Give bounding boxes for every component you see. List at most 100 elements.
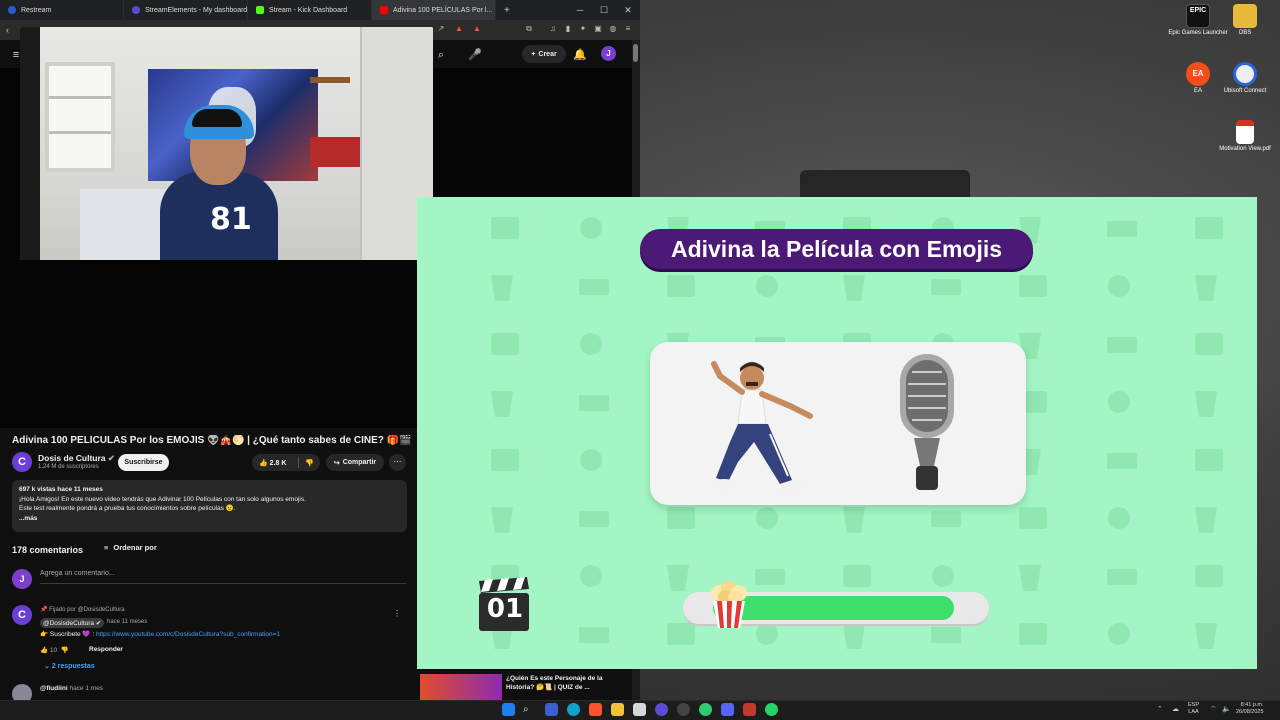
game-icon[interactable] xyxy=(699,703,712,716)
start-icon[interactable] xyxy=(502,703,515,716)
clock[interactable]: 8:41 p.m. 26/08/2025 xyxy=(1236,702,1264,716)
store-icon[interactable] xyxy=(633,703,646,716)
show-replies-button[interactable]: ⌄ 2 respuestas xyxy=(44,662,95,670)
comment-author-avatar[interactable]: C xyxy=(12,605,32,625)
app-icon[interactable] xyxy=(743,703,756,716)
recommended-video[interactable]: ¿Quién Es este Personaje de la Historia?… xyxy=(420,672,630,700)
film-pattern-icon xyxy=(491,449,519,471)
share-page-icon[interactable]: ↗ xyxy=(436,24,446,34)
create-button[interactable]: + Crear xyxy=(522,45,566,63)
tab-restream[interactable]: Restream xyxy=(0,0,124,20)
webcam-edge xyxy=(20,27,40,260)
ticket-pattern-icon xyxy=(1107,337,1137,353)
film-pattern-icon xyxy=(667,623,695,645)
add-comment-input[interactable]: Agrega un comentario... xyxy=(40,570,406,584)
pinned-label: 📌 Fijado por @DosisdeCultura xyxy=(40,606,125,613)
camera-pattern-icon xyxy=(932,565,954,587)
comment-link[interactable]: https://www.youtube.com/c/DosisdeCultura… xyxy=(96,631,280,638)
popcorn-pattern-icon xyxy=(1019,565,1041,591)
whatsapp-icon[interactable] xyxy=(765,703,778,716)
camera-pattern-icon xyxy=(580,449,602,471)
mic-icon[interactable]: 🎤 xyxy=(467,47,483,63)
task-view-icon[interactable] xyxy=(545,703,558,716)
sort-comments-button[interactable]: ≡ Ordenar por xyxy=(104,543,157,552)
film-pattern-icon xyxy=(1195,565,1223,587)
share-button[interactable]: ↪ Compartir xyxy=(326,454,384,471)
epic-games-icon: EPIC xyxy=(1186,4,1210,28)
channel-name[interactable]: Dosis de Cultura ✔ xyxy=(38,453,115,464)
camera-pattern-icon xyxy=(756,623,778,645)
popcorn-pattern-icon xyxy=(667,565,689,591)
dancer-emoji xyxy=(711,361,813,492)
new-tab-button[interactable]: + xyxy=(496,5,510,16)
back-icon[interactable]: ‹ xyxy=(6,25,9,35)
recommended-title: ¿Quién Es este Personaje de la Historia?… xyxy=(506,675,603,691)
like-button[interactable]: 👍 2.8 K xyxy=(252,459,298,467)
comment-text: 👉 Suscribete 💜 : https://www.youtube.com… xyxy=(40,630,280,638)
brave-rewards-icon[interactable]: ▲ xyxy=(472,24,482,34)
ea-icon: EA xyxy=(1186,62,1210,86)
comment-like-button[interactable]: 👍 10 👎 xyxy=(40,646,69,654)
minimize-icon[interactable]: ─ xyxy=(568,0,592,20)
sort-icon: ≡ xyxy=(104,543,109,552)
comment-author[interactable]: @DosisdeCultura ✔ xyxy=(40,618,105,628)
media-icon[interactable]: ♫ xyxy=(548,24,558,34)
ticket-pattern-icon xyxy=(1107,453,1137,469)
comment-menu-icon[interactable]: ⋮ xyxy=(393,609,401,618)
wifi-icon[interactable]: ⌔ xyxy=(1210,705,1217,714)
extensions-icon[interactable]: ✦ xyxy=(578,24,588,34)
sidebar-icon[interactable]: ▮ xyxy=(563,24,573,34)
wallet-icon[interactable]: ▣ xyxy=(593,24,603,34)
brave-shield-icon[interactable]: ▲ xyxy=(454,24,464,34)
window-bar xyxy=(49,131,111,134)
red-banner xyxy=(310,137,360,167)
obs-icon[interactable] xyxy=(677,703,690,716)
tab-youtube[interactable]: Adivina 100 PELÍCULAS Por l... ✕ xyxy=(372,0,496,20)
menu-icon[interactable]: ≡ xyxy=(623,24,633,34)
kick-icon xyxy=(256,6,264,14)
thumbs-down-icon[interactable]: 👎 xyxy=(61,647,69,654)
chevron-up-icon[interactable]: ⌃ xyxy=(1157,705,1163,713)
desktop-icon-ubisoft[interactable]: Ubisoft Connect xyxy=(1215,62,1275,95)
search-icon[interactable]: ⌕ xyxy=(523,703,536,716)
reply-button[interactable]: Responder xyxy=(89,646,123,653)
subscribe-button[interactable]: Suscribirse xyxy=(118,454,169,471)
volume-icon[interactable]: 🔈 xyxy=(1222,705,1231,713)
close-window-icon[interactable]: ✕ xyxy=(616,0,640,20)
discord-icon[interactable] xyxy=(721,703,734,716)
vpn-icon[interactable]: ◍ xyxy=(608,24,618,34)
screenshot-icon[interactable]: ⧉ xyxy=(524,24,534,34)
desktop-icon-pdf[interactable]: Motivation View.pdf xyxy=(1215,120,1275,153)
show-more-link[interactable]: ...más xyxy=(19,514,400,524)
account-avatar[interactable]: J xyxy=(601,46,616,61)
language-indicator[interactable]: ESP LAA xyxy=(1188,702,1199,716)
popcorn-pattern-icon xyxy=(1195,391,1217,417)
film-pattern-icon xyxy=(491,333,519,355)
scrollbar-thumb[interactable] xyxy=(633,44,638,62)
file-explorer-icon[interactable] xyxy=(611,703,624,716)
bell-icon[interactable]: 🔔 xyxy=(572,47,588,63)
search-icon[interactable]: ⌕ xyxy=(433,47,449,63)
onedrive-icon[interactable]: ☁ xyxy=(1172,705,1179,713)
tab-label: Restream xyxy=(21,6,52,14)
film-pattern-icon xyxy=(667,275,695,297)
ticket-pattern-icon xyxy=(579,511,609,527)
desktop-icon-obs[interactable]: OBS xyxy=(1215,4,1275,37)
tab-kick[interactable]: Stream - Kick Dashboard xyxy=(248,0,372,20)
youtube-icon xyxy=(380,6,388,14)
desktop-icon-label: Ubisoft Connect xyxy=(1223,88,1267,94)
brave-icon[interactable] xyxy=(589,703,602,716)
edge-icon[interactable] xyxy=(567,703,580,716)
description-line: ¡Hola Amigos! En este nuevo video tendrá… xyxy=(19,495,306,503)
maximize-icon[interactable]: ☐ xyxy=(592,0,616,20)
chevron-down-icon: ⌄ xyxy=(44,663,50,670)
channel-avatar[interactable]: C xyxy=(12,452,32,472)
dislike-button[interactable]: 👎 xyxy=(299,459,314,467)
streamelements-taskbar-icon[interactable] xyxy=(655,703,668,716)
description-box[interactable]: 697 k vistas hace 11 meses ¡Hola Amigos!… xyxy=(12,480,407,532)
tab-streamelements[interactable]: StreamElements - My dashboard xyxy=(124,0,248,20)
comment-author-avatar[interactable] xyxy=(12,684,32,700)
comment-author[interactable]: @fiudiini hace 1 mes xyxy=(40,685,103,692)
pin-icon: 📌 xyxy=(40,607,48,613)
more-actions-button[interactable]: ⋯ xyxy=(389,454,406,471)
